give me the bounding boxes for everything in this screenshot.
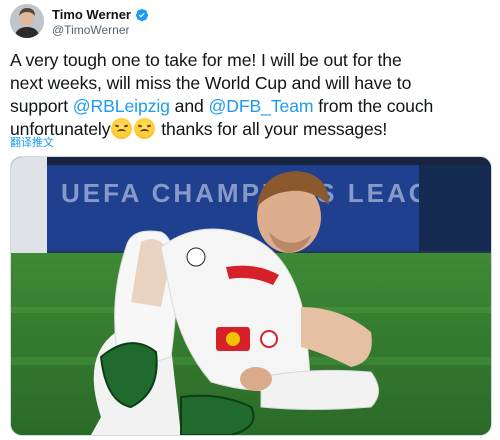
- persevering-face-icon: [111, 118, 133, 139]
- tweet-line: next weeks, will miss the World Cup and …: [10, 73, 412, 93]
- tweet-body: A very tough one to take for me! I will …: [10, 49, 492, 141]
- author-name[interactable]: Timo Werner: [52, 7, 131, 22]
- mention-link-dfb-team[interactable]: @DFB_Team: [208, 96, 313, 116]
- tweet-text-segment: support: [10, 96, 73, 116]
- verified-badge-icon: [135, 8, 149, 21]
- tweet-header: Timo Werner @TimoWerner: [10, 4, 490, 38]
- tweet-line: unfortunately thanks for all your messag…: [10, 118, 492, 141]
- tweet-text-segment: from the couch: [313, 96, 434, 116]
- tweet-media-image[interactable]: UEFA CHAMPIONS LEAGUE: [10, 156, 492, 436]
- profile-photo-icon: [10, 4, 44, 38]
- tweet-text-segment: and: [169, 96, 209, 116]
- tweet-line: A very tough one to take for me! I will …: [10, 50, 402, 70]
- injured-player-photo: UEFA CHAMPIONS LEAGUE: [11, 157, 491, 435]
- author-handle[interactable]: @TimoWerner: [52, 23, 130, 37]
- mention-link-rbleipzig[interactable]: @RBLeipzig: [73, 96, 170, 116]
- tweet-text-segment: thanks for all your messages!: [156, 119, 388, 139]
- tweet-line: support @RBLeipzig and @DFB_Team from th…: [10, 95, 492, 118]
- persevering-face-icon: [134, 118, 156, 139]
- avatar[interactable]: [10, 4, 44, 38]
- translate-tweet-link[interactable]: 翻译推文: [10, 134, 54, 150]
